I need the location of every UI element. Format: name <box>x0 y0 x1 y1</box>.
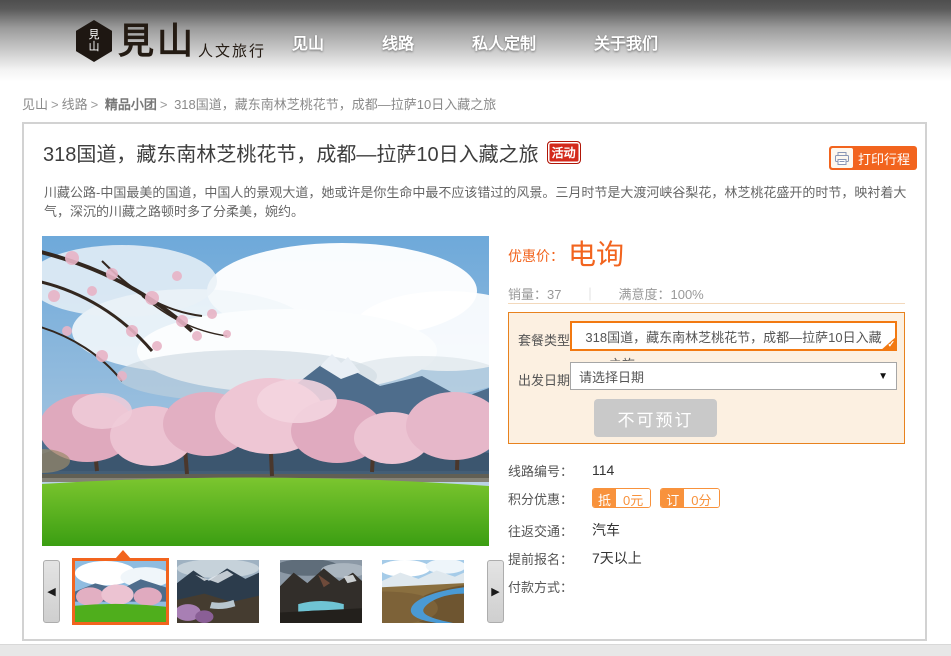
payment-label: 付款方式： <box>508 577 592 596</box>
title-row: 318国道，藏东南林芝桃花节，成都—拉萨10日入藏之旅 活动 <box>43 138 581 167</box>
printer-icon <box>831 148 853 168</box>
transport-label: 往返交通： <box>508 521 592 540</box>
breadcrumb-separator: > <box>160 97 168 112</box>
nav-item-home[interactable]: 见山 <box>292 30 324 54</box>
breadcrumb-category[interactable]: 精品小团 <box>105 97 157 112</box>
footer-strip <box>0 644 951 656</box>
thumbnail-4[interactable] <box>382 560 464 623</box>
advance-booking-label: 提前报名： <box>508 549 592 568</box>
breadcrumb: 见山>线路> 精品小团> 318国道，藏东南林芝桃花节，成都—拉萨10日入藏之旅 <box>22 94 496 113</box>
booking-panel: 套餐类型： 318国道，藏东南林芝桃花节，成都—拉萨10日入藏 ✓ 之旅 出发日… <box>508 312 905 444</box>
detail-row-points: 积分优惠： 抵 0元 订 0分 <box>508 488 729 508</box>
thumbnails-next-button[interactable]: ▶ <box>487 560 504 623</box>
thumbnail-3[interactable] <box>280 560 362 623</box>
logo-brand-text: 見山 <box>118 20 196 62</box>
breadcrumb-home[interactable]: 见山 <box>22 97 48 112</box>
points-deduct-value: 0元 <box>616 489 650 507</box>
date-select-placeholder: 请选择日期 <box>579 367 644 386</box>
points-earn-key: 订 <box>661 489 684 507</box>
package-option-overflow-text: 之旅 <box>609 354 809 361</box>
logo-hexagon-icon: 見 山 <box>76 20 112 62</box>
thumbnail-1-selected[interactable] <box>72 558 169 625</box>
detail-row-advance-booking: 提前报名： 7天以上 <box>508 548 642 568</box>
breadcrumb-current: 318国道，藏东南林芝桃花节，成都—拉萨10日入藏之旅 <box>174 97 496 112</box>
check-icon: ✓ <box>887 339 895 350</box>
departure-date-select[interactable]: 请选择日期 ▼ <box>570 362 897 390</box>
tour-description: 川藏公路-中国最美的国道，中国人的景观大道，她或许是你生命中最不应该错过的风景。… <box>44 183 908 221</box>
print-button-label: 打印行程 <box>858 149 910 168</box>
points-label: 积分优惠： <box>508 489 592 508</box>
points-earn-badge: 订 0分 <box>660 488 719 508</box>
sales-count: 销量：37 <box>508 284 561 303</box>
thumbnail-2[interactable] <box>177 560 259 623</box>
transport-value: 汽车 <box>592 520 620 540</box>
points-earn-value: 0分 <box>684 489 718 507</box>
nav-item-about[interactable]: 关于我们 <box>594 30 658 54</box>
logo-brand-suffix: 人文旅行 <box>198 40 266 61</box>
points-deduct-badge: 抵 0元 <box>592 488 651 508</box>
price-label: 优惠价： <box>508 246 564 270</box>
route-number-value: 114 <box>592 462 614 478</box>
print-itinerary-button[interactable]: 打印行程 <box>829 146 917 170</box>
tour-detail-card: 318国道，藏东南林芝桃花节，成都—拉萨10日入藏之旅 活动 打印行程 川藏公路… <box>22 122 927 641</box>
stats-row: 销量：37 ｜ 满意度：100% <box>508 284 905 303</box>
price-row: 优惠价： 电询 <box>508 240 624 270</box>
breadcrumb-routes[interactable]: 线路 <box>62 97 88 112</box>
logo-hex-char-bottom: 山 <box>89 41 100 53</box>
page: 見 山 見山 人文旅行 见山 线路 私人定制 关于我们 见山>线路> 精品小团>… <box>0 0 951 656</box>
price-divider <box>508 303 905 304</box>
right-arrow-icon: ▶ <box>491 585 499 598</box>
stats-divider: ｜ <box>583 284 596 303</box>
detail-row-payment: 付款方式： <box>508 576 592 596</box>
breadcrumb-separator: > <box>51 97 59 112</box>
package-option-selected[interactable]: 318国道，藏东南林芝桃花节，成都—拉萨10日入藏 ✓ <box>570 321 897 351</box>
breadcrumb-separator: > <box>91 97 99 112</box>
package-option-text: 318国道，藏东南林芝桃花节，成都—拉萨10日入藏 <box>585 327 881 346</box>
site-logo[interactable]: 見 山 見山 人文旅行 <box>76 20 266 62</box>
detail-row-transport: 往返交通： 汽车 <box>508 520 620 540</box>
main-photo[interactable] <box>42 236 489 546</box>
detail-row-route-number: 线路编号： 114 <box>508 460 614 480</box>
chevron-down-icon: ▼ <box>878 371 888 382</box>
activity-badge: 活动 <box>547 141 581 164</box>
logo-hex-char-top: 見 <box>89 29 100 41</box>
page-title: 318国道，藏东南林芝桃花节，成都—拉萨10日入藏之旅 <box>43 138 539 167</box>
price-value: 电询 <box>568 240 624 270</box>
points-deduct-key: 抵 <box>593 489 616 507</box>
nav-item-custom[interactable]: 私人定制 <box>472 30 536 54</box>
advance-booking-value: 7天以上 <box>592 548 642 568</box>
site-header: 見 山 見山 人文旅行 见山 线路 私人定制 关于我们 <box>0 0 951 82</box>
satisfaction-value: 满意度：100% <box>618 284 703 303</box>
main-nav: 见山 线路 私人定制 关于我们 <box>292 30 716 54</box>
route-number-label: 线路编号： <box>508 461 592 480</box>
thumbnails-prev-button[interactable]: ◀ <box>43 560 60 623</box>
nav-item-routes[interactable]: 线路 <box>382 30 414 54</box>
book-button-disabled[interactable]: 不可预订 <box>594 399 717 437</box>
left-arrow-icon: ◀ <box>47 585 55 598</box>
